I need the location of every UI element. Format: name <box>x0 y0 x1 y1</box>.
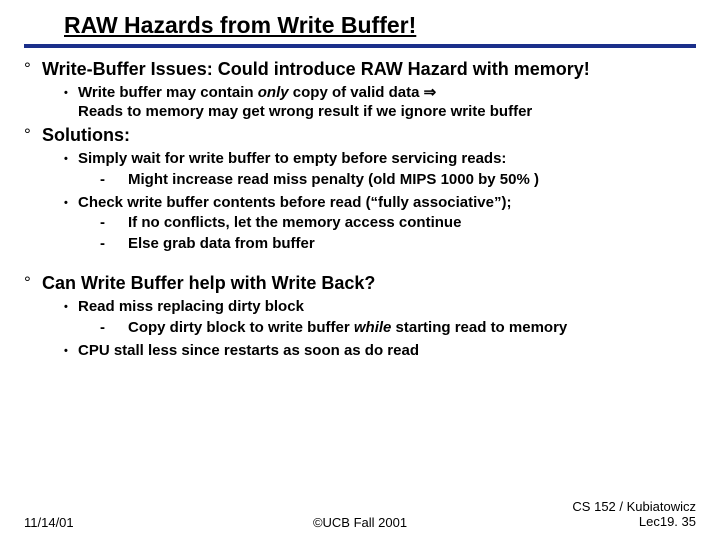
spacer <box>24 254 696 270</box>
bullet-text: Might increase read miss penalty (old MI… <box>128 171 539 190</box>
bullet-text: Can Write Buffer help with Write Back? <box>42 272 375 295</box>
bullet-level2: • Read miss replacing dirty block <box>64 298 696 317</box>
title-wrap: RAW Hazards from Write Buffer! <box>24 12 696 40</box>
dot-bullet-icon: • <box>64 84 78 122</box>
bullet-text: Write-Buffer Issues: Could introduce RAW… <box>42 58 590 81</box>
bullet-text: Write buffer may contain only copy of va… <box>78 84 532 122</box>
bullet-level3: - If no conflicts, let the memory access… <box>64 214 696 233</box>
sub-list: • Simply wait for write buffer to empty … <box>24 150 696 254</box>
bullet-level2: • Check write buffer contents before rea… <box>64 194 696 213</box>
bullet-text: Copy dirty block to write buffer while s… <box>128 319 567 338</box>
footer-copyright: ©UCB Fall 2001 <box>248 515 472 530</box>
bullet-text: Solutions: <box>42 124 130 147</box>
bullet-level2: • Simply wait for write buffer to empty … <box>64 150 696 169</box>
sub-list: • Read miss replacing dirty block - Copy… <box>24 298 696 360</box>
slide-body: ° Write-Buffer Issues: Could introduce R… <box>24 58 696 361</box>
bullet-level3: - Copy dirty block to write buffer while… <box>64 319 696 338</box>
text-part: copy of valid data <box>289 84 424 101</box>
degree-bullet-icon: ° <box>24 272 42 295</box>
slide-footer: 11/14/01 ©UCB Fall 2001 CS 152 / Kubiato… <box>0 499 720 530</box>
bullet-level2: • Write buffer may contain only copy of … <box>64 84 696 122</box>
dash-bullet-icon: - <box>100 319 128 338</box>
bullet-level1: ° Can Write Buffer help with Write Back? <box>24 272 696 295</box>
bullet-level3: - Else grab data from buffer <box>64 235 696 254</box>
dot-bullet-icon: • <box>64 194 78 213</box>
dot-bullet-icon: • <box>64 342 78 361</box>
footer-course: CS 152 / Kubiatowicz Lec19. 35 <box>472 499 696 530</box>
footer-date: 11/14/01 <box>24 515 248 530</box>
text-part: Copy dirty block to write buffer <box>128 319 354 336</box>
text-part: Write buffer may contain <box>78 84 258 101</box>
degree-bullet-icon: ° <box>24 58 42 81</box>
text-emphasis: while <box>354 319 392 336</box>
bullet-text: Else grab data from buffer <box>128 235 315 254</box>
degree-bullet-icon: ° <box>24 124 42 147</box>
slide: RAW Hazards from Write Buffer! ° Write-B… <box>0 0 720 540</box>
dash-bullet-icon: - <box>100 214 128 233</box>
slide-title: RAW Hazards from Write Buffer! <box>64 12 416 38</box>
bullet-text: If no conflicts, let the memory access c… <box>128 214 461 233</box>
text-part: starting read to memory <box>391 319 567 336</box>
bullet-level3: - Might increase read miss penalty (old … <box>64 171 696 190</box>
title-rule <box>24 44 696 48</box>
footer-line: CS 152 / Kubiatowicz <box>572 499 696 514</box>
bullet-text: Simply wait for write buffer to empty be… <box>78 150 506 169</box>
dot-bullet-icon: • <box>64 150 78 169</box>
dash-bullet-icon: - <box>100 171 128 190</box>
bullet-level2: • CPU stall less since restarts as soon … <box>64 342 696 361</box>
footer-line: Lec19. 35 <box>639 514 696 529</box>
sub-list: • Write buffer may contain only copy of … <box>24 84 696 122</box>
bullet-text: CPU stall less since restarts as soon as… <box>78 342 419 361</box>
arrow-icon: ⇒ <box>424 84 437 101</box>
bullet-level1: ° Write-Buffer Issues: Could introduce R… <box>24 58 696 81</box>
bullet-text: Check write buffer contents before read … <box>78 194 511 213</box>
bullet-text: Read miss replacing dirty block <box>78 298 304 317</box>
text-emphasis: only <box>258 84 289 101</box>
bullet-level1: ° Solutions: <box>24 124 696 147</box>
dot-bullet-icon: • <box>64 298 78 317</box>
dash-bullet-icon: - <box>100 235 128 254</box>
text-part: Reads to memory may get wrong result if … <box>78 103 532 120</box>
